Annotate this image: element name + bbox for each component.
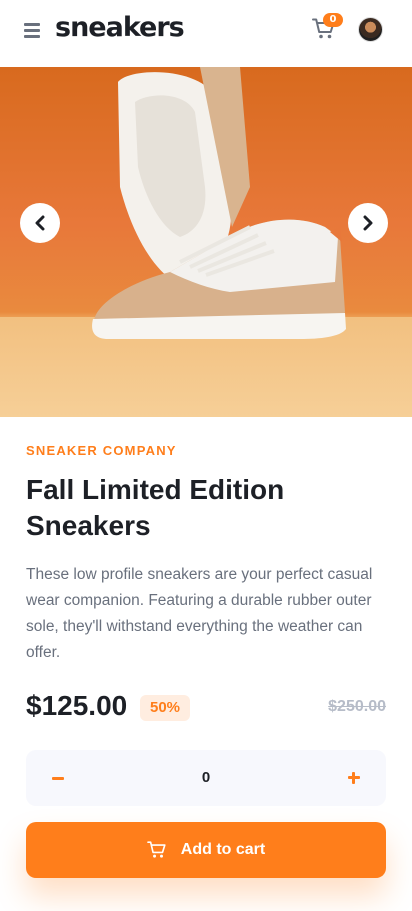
add-to-cart-button[interactable]: Add to cart (26, 822, 386, 878)
previous-image-button[interactable] (20, 203, 60, 243)
company-name: SNEAKER COMPANY (26, 443, 177, 458)
price-row: $125.00 50% $250.00 (26, 690, 386, 728)
next-image-button[interactable] (348, 203, 388, 243)
minus-icon[interactable] (44, 764, 72, 792)
product-image-gallery (0, 67, 412, 417)
sneaker-image (92, 67, 346, 339)
current-price: $125.00 (26, 690, 128, 721)
cart-icon (146, 841, 166, 858)
plus-icon[interactable] (340, 764, 368, 792)
product-title: Fall Limited Edition Sneakers (26, 474, 285, 541)
add-to-cart-label: Add to cart (180, 841, 266, 858)
quantity-value: 0 (201, 769, 211, 786)
original-price: $250.00 (328, 698, 386, 715)
menu-icon[interactable] (24, 23, 41, 39)
cart-count-badge: 0 (323, 13, 343, 27)
header: sneakers 0 (0, 0, 412, 67)
discount-badge: 50% (140, 695, 190, 721)
logo[interactable]: sneakers (55, 12, 185, 43)
chevron-left-icon (35, 215, 45, 231)
chevron-right-icon (363, 215, 373, 231)
product-description: These low profile sneakers are your perf… (26, 566, 373, 661)
quantity-stepper: 0 (26, 750, 386, 806)
avatar[interactable] (358, 17, 383, 42)
